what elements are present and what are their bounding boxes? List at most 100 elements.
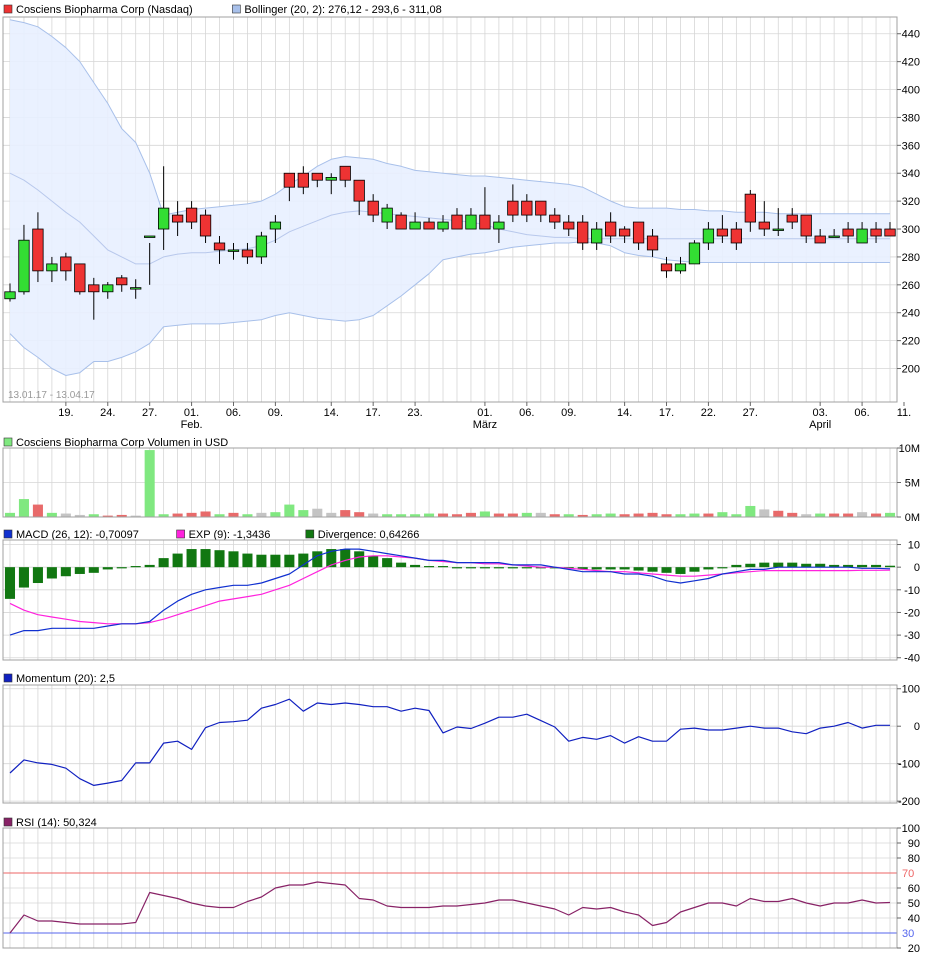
y-tick-label: 280 (902, 252, 920, 264)
divergence-bar (32, 567, 43, 584)
candle-body (325, 177, 337, 181)
date-range-label: 13.01.17 - 13.04.17 (8, 390, 95, 401)
x-tick-label: 06. (226, 407, 241, 419)
divergence-bar (102, 567, 113, 570)
volume-bar (507, 513, 518, 517)
macd-lines (9, 548, 891, 636)
divergence-bar (424, 566, 435, 568)
volume-bar (871, 513, 882, 517)
divergence-bar (465, 567, 476, 569)
candle-body (479, 214, 491, 230)
divergence-bar (340, 549, 351, 568)
divergence-bar (857, 564, 868, 568)
y-tick-label: 5M (905, 478, 920, 490)
divergence-bar (661, 567, 672, 573)
divergence-bar (172, 553, 183, 568)
volume-bar (18, 499, 29, 517)
candle-body (241, 249, 254, 258)
volume-bar (32, 504, 43, 517)
month-label: Feb. (181, 419, 203, 431)
divergence-bar (731, 564, 742, 568)
candle-body (605, 221, 617, 237)
divergence-bar (354, 551, 365, 568)
candle-body (297, 172, 309, 188)
momentum-grid (3, 685, 897, 803)
divergence-bar (410, 564, 421, 568)
candle-body (269, 221, 282, 230)
volume-bar (340, 510, 351, 517)
divergence-bar (60, 567, 71, 577)
volume-bar (815, 513, 826, 517)
candle-body (213, 242, 226, 251)
candle-body (521, 200, 533, 216)
candle-body (856, 228, 868, 244)
legend-label: EXP (9): -1,3436 (189, 529, 271, 541)
y-tick-label: 380 (902, 112, 920, 124)
candle-body (60, 256, 72, 272)
momentum-line (9, 698, 890, 787)
macd-grid (3, 540, 897, 660)
divergence-bar (493, 567, 504, 569)
panel-border (2, 684, 898, 804)
volume-bar (829, 513, 840, 517)
divergence-bar (158, 558, 169, 568)
x-tick-label: 01. (477, 407, 492, 419)
candle-body (46, 263, 58, 272)
x-tick-label: 19. (58, 407, 73, 419)
volume-bar (144, 450, 155, 517)
candle-body (632, 221, 645, 244)
volume-y-axis: 0M 5M 10M (897, 443, 920, 524)
x-tick-label: 09. (561, 407, 576, 419)
volume-bar (605, 513, 616, 517)
stock-chart: Cosciens Biopharma Corp (Nasdaq) Bollinge… (2, 4, 920, 955)
divergence-bar (871, 564, 882, 568)
volume-bar (46, 512, 57, 517)
divergence-bar (4, 567, 16, 599)
candle-body (88, 284, 100, 293)
x-tick-label: 27. (743, 407, 758, 419)
x-tick-label: 03. (813, 407, 828, 419)
volume-bar (703, 513, 714, 517)
divergence-bar (88, 567, 99, 573)
candle-body (786, 214, 798, 223)
x-tick-label: 23. (407, 407, 422, 419)
candle-body (395, 214, 407, 230)
candle-body (18, 239, 30, 293)
y-tick-label: 260 (902, 280, 920, 292)
volume-bar (479, 511, 490, 517)
candle-body (185, 207, 198, 223)
divergence-bar (46, 567, 57, 579)
candle-body (339, 165, 351, 181)
legend-label: MACD (26, 12): -0,70097 (16, 529, 139, 541)
y-tick-label: -30 (904, 630, 920, 642)
candle-body (493, 221, 505, 230)
divergence-bar (689, 567, 700, 572)
x-tick-label: 17. (366, 407, 381, 419)
volume-bar (521, 512, 532, 517)
y-tick-label: 0 (914, 562, 920, 574)
momentum-legend: Momentum (20): 2,5 (3, 673, 115, 685)
candle-body (311, 172, 323, 181)
volume-bar (354, 512, 365, 517)
divergence-bar (228, 551, 239, 568)
divergence-bar (479, 567, 490, 569)
legend-swatch (176, 529, 185, 539)
divergence-bar (130, 566, 141, 568)
divergence-bar (116, 567, 127, 569)
volume-bar (298, 510, 309, 517)
legend-label: Cosciens Biopharma Corp (Nasdaq) (16, 4, 193, 16)
volume-bar (270, 512, 281, 517)
divergence-bar (675, 567, 686, 574)
candle-body (591, 228, 603, 244)
volume-bar (424, 513, 435, 517)
volume-bar (493, 513, 504, 517)
volume-bar (843, 513, 854, 517)
y-tick-label: 420 (902, 57, 920, 69)
candle-body (4, 291, 16, 300)
legend-swatch (3, 673, 13, 683)
legend-swatch (3, 817, 13, 827)
y-tick-label: 340 (902, 168, 920, 180)
divergence-bar (312, 551, 323, 568)
y-tick-label: -40 (904, 653, 920, 665)
divergence-bar (633, 567, 644, 571)
